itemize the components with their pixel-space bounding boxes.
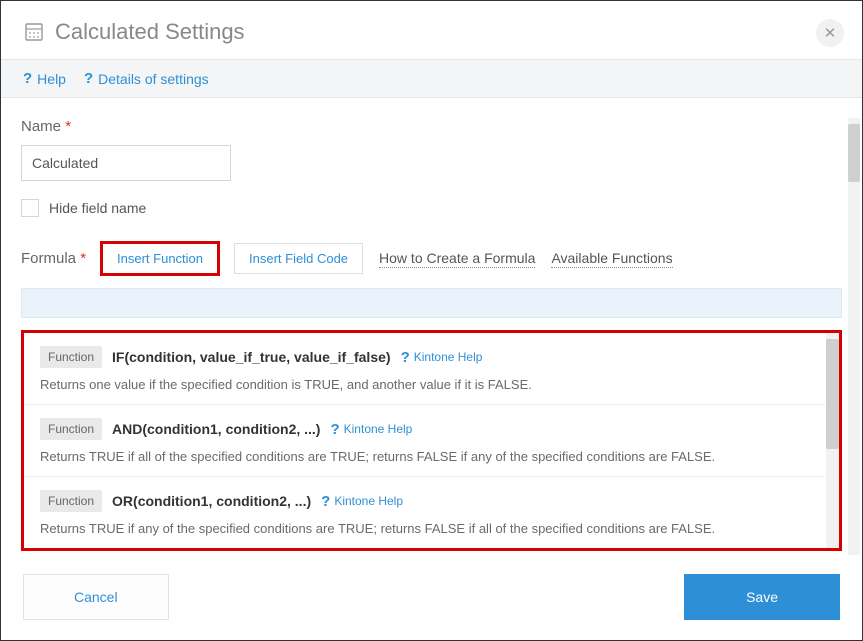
content-area: Name * Hide field name Formula * Insert …: [1, 118, 862, 578]
details-link[interactable]: ? Details of settings: [84, 70, 209, 87]
function-description: Returns TRUE if any of the specified con…: [40, 521, 809, 536]
kintone-help-link[interactable]: ? Kintone Help: [330, 421, 412, 438]
formula-input[interactable]: [21, 288, 842, 318]
close-icon: ✕: [824, 24, 837, 42]
kintone-help-link[interactable]: ? Kintone Help: [321, 493, 403, 510]
name-input[interactable]: [21, 145, 231, 181]
hide-field-label: Hide field name: [49, 200, 146, 216]
dialog-footer: Cancel Save: [1, 555, 862, 640]
function-badge: Function: [40, 490, 102, 512]
function-list-scrollbar[interactable]: [826, 333, 839, 548]
name-label: Name *: [21, 118, 842, 135]
function-list-scrollbar-thumb[interactable]: [826, 339, 839, 449]
help-icon: ?: [84, 70, 93, 87]
function-description: Returns TRUE if all of the specified con…: [40, 449, 809, 464]
help-icon: ?: [23, 70, 32, 87]
help-icon: ?: [330, 421, 339, 438]
function-item[interactable]: Function OR(condition1, condition2, ...)…: [24, 477, 825, 548]
insert-field-code-button[interactable]: Insert Field Code: [234, 243, 363, 274]
available-functions-link[interactable]: Available Functions: [551, 250, 672, 268]
help-icon: ?: [401, 349, 410, 366]
required-marker: *: [65, 118, 71, 135]
function-badge: Function: [40, 418, 102, 440]
close-button[interactable]: ✕: [816, 19, 844, 47]
required-marker: *: [80, 250, 86, 267]
hide-field-checkbox[interactable]: [21, 199, 39, 217]
save-button[interactable]: Save: [684, 574, 840, 620]
main-scrollbar-thumb[interactable]: [848, 124, 860, 182]
function-signature: OR(condition1, condition2, ...): [112, 493, 311, 509]
function-badge: Function: [40, 346, 102, 368]
help-toolbar: ? Help ? Details of settings: [1, 59, 862, 98]
calculator-icon: [23, 21, 45, 43]
help-label: Help: [37, 71, 66, 87]
function-item[interactable]: Function IF(condition, value_if_true, va…: [24, 333, 825, 405]
details-label: Details of settings: [98, 71, 209, 87]
function-item[interactable]: Function AND(condition1, condition2, ...…: [24, 405, 825, 477]
kintone-help-link[interactable]: ? Kintone Help: [401, 349, 483, 366]
formula-row: Formula * Insert Function Insert Field C…: [21, 243, 842, 274]
help-icon: ?: [321, 493, 330, 510]
help-link[interactable]: ? Help: [23, 70, 66, 87]
cancel-button[interactable]: Cancel: [23, 574, 169, 620]
dialog-title: Calculated Settings: [55, 19, 245, 45]
function-description: Returns one value if the specified condi…: [40, 377, 809, 392]
function-signature: IF(condition, value_if_true, value_if_fa…: [112, 349, 391, 365]
function-list-panel: Function IF(condition, value_if_true, va…: [21, 330, 842, 551]
hide-field-row: Hide field name: [21, 199, 842, 217]
dialog-header: Calculated Settings: [1, 1, 862, 59]
function-signature: AND(condition1, condition2, ...): [112, 421, 320, 437]
insert-function-button[interactable]: Insert Function: [102, 243, 218, 274]
formula-label: Formula *: [21, 250, 86, 267]
how-to-create-link[interactable]: How to Create a Formula: [379, 250, 535, 268]
main-scrollbar[interactable]: [848, 118, 860, 578]
